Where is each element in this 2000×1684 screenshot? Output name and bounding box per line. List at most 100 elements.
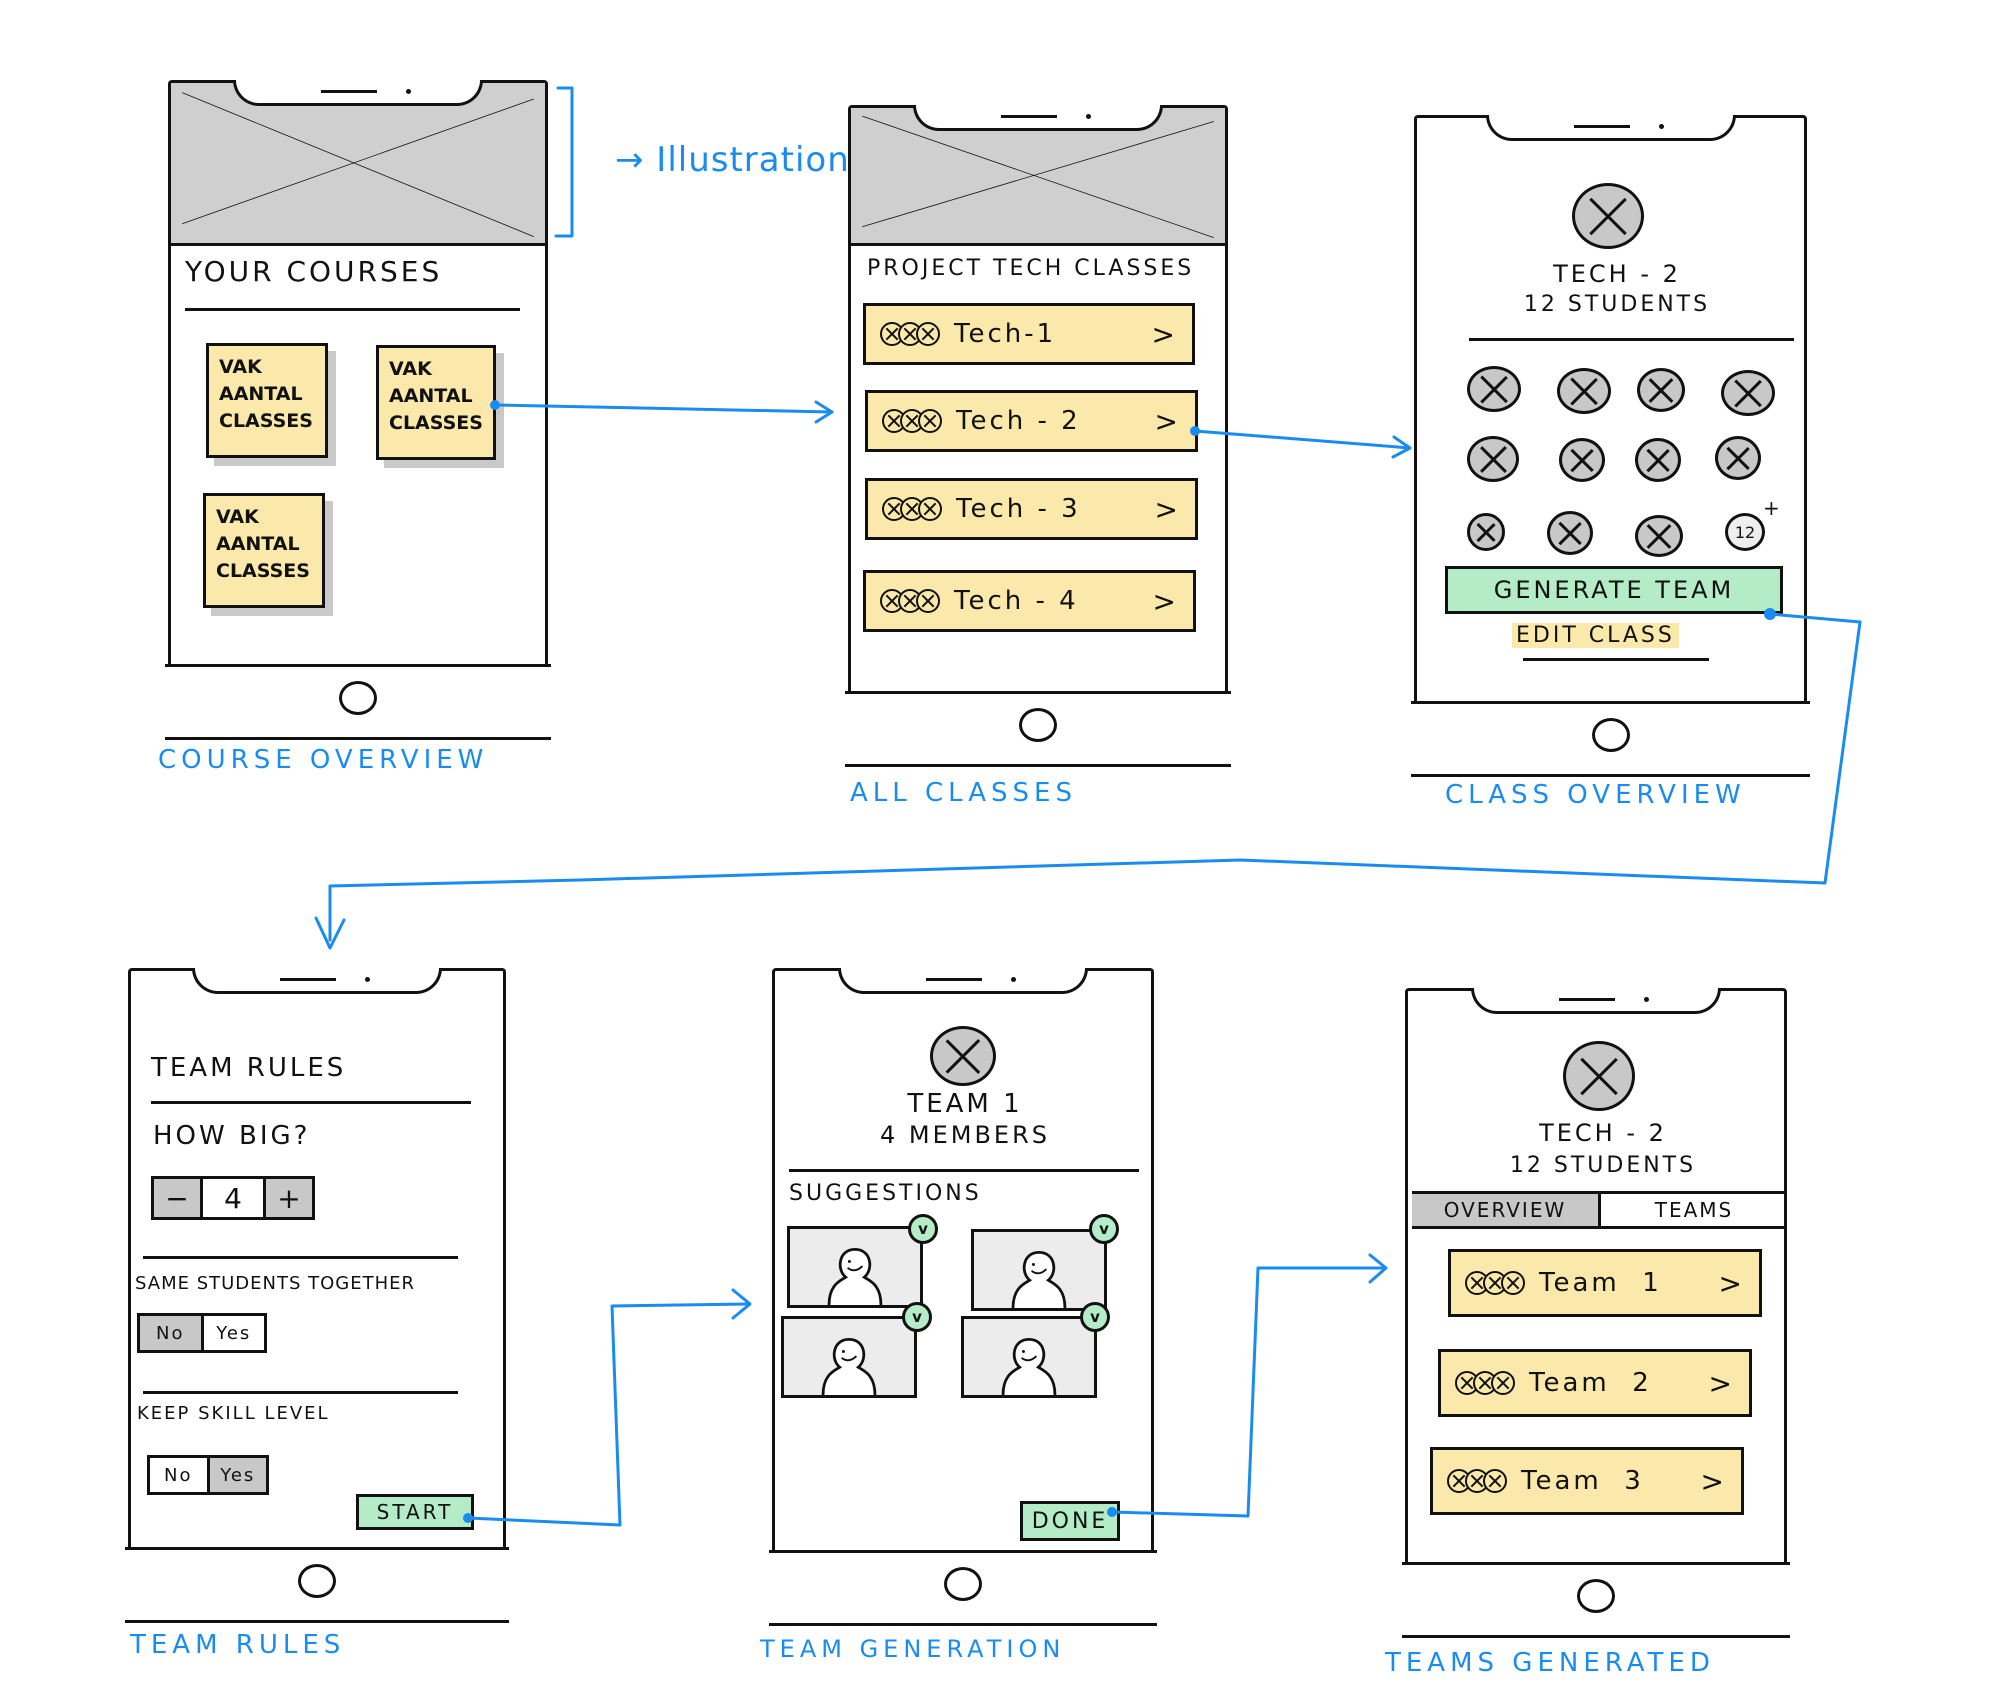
class-name: Tech-1 xyxy=(954,319,1057,349)
class-row[interactable]: Tech-1 > xyxy=(863,303,1195,365)
section-title: Project Tech Classes xyxy=(867,256,1195,281)
illustration-bracket xyxy=(554,86,574,238)
team-size-stepper[interactable]: − 4 + xyxy=(151,1176,315,1220)
home-button-icon[interactable] xyxy=(1577,1579,1615,1613)
skill-level-toggle[interactable]: No Yes xyxy=(147,1455,269,1495)
tab-overview[interactable]: Overview xyxy=(1412,1194,1601,1226)
team-row[interactable]: Team 2 > xyxy=(1438,1349,1752,1417)
avatar-group-icon xyxy=(1465,1271,1525,1295)
option-yes[interactable]: Yes xyxy=(204,1316,265,1350)
screen-label-teams-generated: Teams Generated xyxy=(1385,1648,1715,1678)
person-placeholder-icon xyxy=(1011,1250,1067,1308)
student-avatar[interactable] xyxy=(1637,368,1685,412)
home-button-icon[interactable] xyxy=(944,1567,982,1601)
divider xyxy=(143,1256,458,1259)
class-row[interactable]: Tech - 2 > xyxy=(865,390,1198,452)
done-button[interactable]: Done xyxy=(1020,1501,1120,1541)
phone-all-classes: Project Tech Classes Tech-1 > Tech - 2 >… xyxy=(845,105,1231,767)
same-students-toggle[interactable]: No Yes xyxy=(137,1313,267,1353)
team-size-value[interactable]: 4 xyxy=(203,1179,266,1217)
student-avatar[interactable] xyxy=(1557,368,1611,414)
chevron-right-icon: > xyxy=(1151,317,1178,351)
chevron-right-icon: > xyxy=(1152,584,1179,618)
phone-bottom-bar xyxy=(165,664,551,740)
student-avatar[interactable] xyxy=(1715,436,1761,480)
student-avatar[interactable] xyxy=(1559,438,1605,482)
avatar-group-icon xyxy=(882,497,942,521)
course-count-label: AANTAL xyxy=(219,383,303,405)
arrowhead-icon xyxy=(1391,435,1412,459)
avatar-group-icon xyxy=(1455,1371,1515,1395)
section-title: Your Courses xyxy=(185,255,443,288)
title-divider xyxy=(185,308,520,311)
person-placeholder-icon xyxy=(821,1337,877,1395)
suggested-member-card[interactable] xyxy=(971,1229,1107,1311)
student-avatar[interactable] xyxy=(1635,515,1683,557)
arrowhead-icon xyxy=(731,1288,752,1320)
phone-teams-generated: Tech - 2 12 Students Overview Teams Team… xyxy=(1402,988,1790,1638)
course-count-label: AANTAL xyxy=(216,533,300,555)
phone-notch xyxy=(192,968,442,994)
more-students-badge[interactable]: 12 xyxy=(1725,513,1765,551)
phone-course-overview: Your Courses VAK AANTAL CLASSES VAK AANT… xyxy=(165,80,551,740)
course-card[interactable]: VAK AANTAL CLASSES xyxy=(203,493,325,608)
start-button[interactable]: Start xyxy=(356,1494,474,1530)
connector-start-to-generation xyxy=(466,1302,750,1527)
phone-bottom-bar xyxy=(845,691,1231,767)
chevron-right-icon: > xyxy=(1154,492,1181,526)
avatar-group-icon xyxy=(882,409,942,433)
class-row[interactable]: Tech - 3 > xyxy=(865,478,1198,540)
decrement-button[interactable]: − xyxy=(154,1179,203,1217)
phone-bottom-bar xyxy=(125,1547,509,1623)
home-button-icon[interactable] xyxy=(339,681,377,715)
option-no[interactable]: No xyxy=(140,1316,204,1350)
student-avatar[interactable] xyxy=(1547,511,1593,555)
option-no[interactable]: No xyxy=(150,1458,210,1492)
team-row[interactable]: Team 3 > xyxy=(1430,1447,1744,1515)
option-yes[interactable]: Yes xyxy=(209,1458,266,1492)
student-avatar[interactable] xyxy=(1467,436,1519,482)
increment-button[interactable]: + xyxy=(266,1179,312,1217)
suggested-member-card[interactable] xyxy=(961,1316,1097,1398)
class-name: Tech - 4 xyxy=(954,586,1079,616)
screen-label-team-generation: Team Generation xyxy=(760,1635,1066,1663)
student-avatar[interactable] xyxy=(1467,366,1521,412)
screen-label-all-classes: All Classes xyxy=(850,778,1077,808)
tab-teams[interactable]: Teams xyxy=(1601,1194,1787,1226)
selected-check-icon[interactable]: v xyxy=(908,1214,938,1244)
generate-team-button[interactable]: Generate Team xyxy=(1445,566,1783,614)
start-label: Start xyxy=(376,1500,454,1524)
arrowhead-icon xyxy=(1368,1253,1388,1284)
selected-check-icon[interactable]: v xyxy=(902,1302,932,1332)
suggested-member-card[interactable] xyxy=(787,1226,923,1308)
student-avatar[interactable] xyxy=(1635,438,1681,482)
tab-bar: Overview Teams xyxy=(1412,1191,1787,1229)
chevron-right-icon: > xyxy=(1718,1266,1745,1300)
student-avatar[interactable] xyxy=(1467,513,1505,551)
home-button-icon[interactable] xyxy=(1019,708,1057,742)
title-divider xyxy=(151,1101,471,1104)
more-students-count: 12 xyxy=(1734,522,1756,542)
phone-notch xyxy=(1471,988,1721,1014)
student-avatar[interactable] xyxy=(1721,370,1775,416)
selected-check-icon[interactable]: v xyxy=(1080,1302,1110,1332)
avatar-group-icon xyxy=(1447,1469,1507,1493)
team-row[interactable]: Team 1 > xyxy=(1448,1249,1762,1317)
plus-icon: + xyxy=(1763,496,1783,520)
edit-class-link[interactable]: Edit Class xyxy=(1512,623,1679,648)
home-button-icon[interactable] xyxy=(298,1564,336,1598)
course-classes-label: CLASSES xyxy=(219,410,313,432)
selected-check-icon[interactable]: v xyxy=(1089,1214,1119,1244)
course-card[interactable]: VAK AANTAL CLASSES xyxy=(206,343,328,458)
class-row[interactable]: Tech - 4 > xyxy=(863,570,1196,632)
student-count: 12 Students xyxy=(1523,292,1711,317)
course-card[interactable]: VAK AANTAL CLASSES xyxy=(376,345,496,460)
phone-class-overview: Tech - 2 12 Students 12 + Generate Team … xyxy=(1411,115,1810,777)
skill-level-label: Keep skill level xyxy=(137,1403,330,1424)
suggested-member-card[interactable] xyxy=(781,1316,917,1398)
home-button-icon[interactable] xyxy=(1591,718,1630,752)
person-placeholder-icon xyxy=(827,1247,883,1305)
screen-label-team-rules: Team Rules xyxy=(130,1630,346,1660)
avatar-group-icon xyxy=(880,589,940,613)
illustration-placeholder xyxy=(171,83,545,246)
